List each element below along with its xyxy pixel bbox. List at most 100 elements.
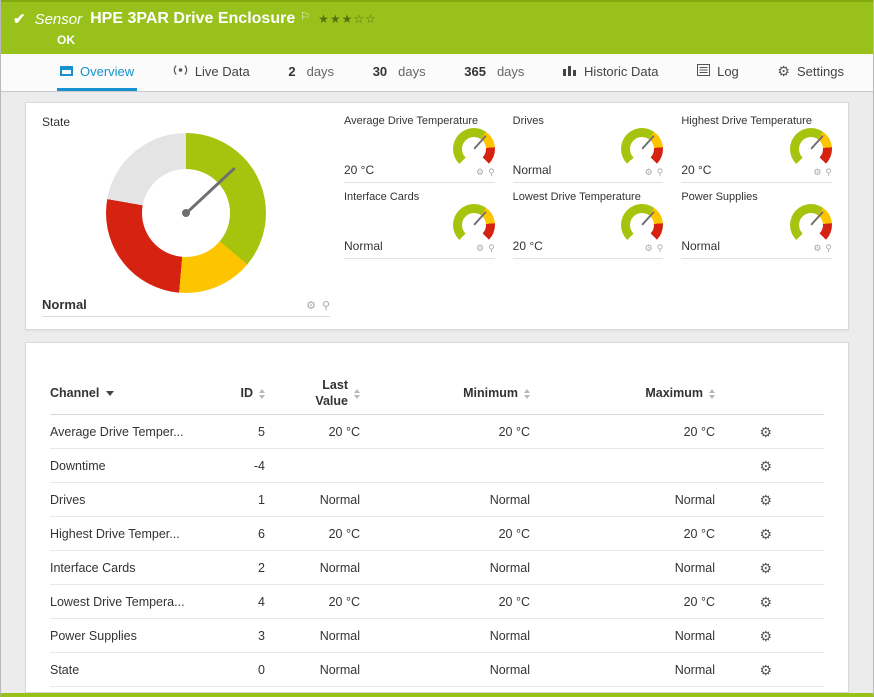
- column-header-minimum[interactable]: Minimum: [360, 386, 530, 402]
- channel-minimum: Normal: [360, 629, 530, 643]
- mini-gauge[interactable]: [453, 204, 495, 246]
- settings-gear-icon: ⚙: [777, 64, 790, 78]
- column-header-last-value[interactable]: Last Value: [265, 378, 360, 409]
- mini-gauge-value: Normal: [681, 239, 720, 256]
- mini-gauge-grid: Average Drive Temperature 20 °C ⚙⚲ Drive…: [344, 115, 832, 317]
- mini-gauge-value: Normal: [513, 163, 552, 180]
- mini-gauge-value: Normal: [344, 239, 383, 256]
- channel-name: Lowest Drive Tempera...: [50, 595, 215, 609]
- channel-minimum: Normal: [360, 663, 530, 677]
- channel-settings-icon[interactable]: ⚙: [759, 425, 772, 439]
- gauge-needle: [642, 135, 656, 150]
- table-row: State 0 Normal Normal Normal ⚙: [50, 653, 824, 687]
- state-gauge[interactable]: [106, 133, 266, 293]
- tab-overview[interactable]: Overview: [57, 54, 137, 91]
- gauge-needle: [185, 167, 235, 214]
- tab-log-label: Log: [717, 64, 739, 79]
- mini-gauge-label: Drives: [513, 115, 664, 127]
- channel-settings-icon[interactable]: ⚙: [759, 663, 772, 677]
- tab-30-days[interactable]: 30days: [370, 54, 429, 91]
- state-gauge-label: State: [42, 115, 330, 129]
- tab-live-data[interactable]: Live Data: [170, 54, 253, 91]
- tab-2-days-unit: days: [307, 64, 334, 79]
- pin-icon[interactable]: ⚲: [488, 168, 495, 177]
- channel-name: Interface Cards: [50, 561, 215, 575]
- channel-settings-icon[interactable]: ⚙: [759, 527, 772, 541]
- page-title: HPE 3PAR Drive Enclosure: [90, 10, 295, 28]
- channel-name: Highest Drive Temper...: [50, 527, 215, 541]
- channel-last-value: 20 °C: [265, 595, 360, 609]
- tab-historic-data-label: Historic Data: [584, 64, 658, 79]
- channel-settings-icon[interactable]: ⚙: [759, 459, 772, 473]
- live-data-icon: [173, 64, 188, 79]
- mini-gauge[interactable]: [790, 204, 832, 246]
- status-badge: OK: [57, 33, 861, 47]
- mini-gauge-block: Highest Drive Temperature 20 °C ⚙⚲: [681, 115, 832, 183]
- priority-stars[interactable]: ★★★☆☆: [318, 12, 377, 26]
- channel-maximum: Normal: [530, 629, 715, 643]
- channel-id: 0: [215, 663, 265, 677]
- pin-icon[interactable]: ⚲: [657, 168, 664, 177]
- channel-last-value: Normal: [265, 561, 360, 575]
- main-content: State Normal ⚙ ⚲ Average: [1, 92, 873, 693]
- channel-settings-icon[interactable]: ⚙: [759, 493, 772, 507]
- channel-last-value: Normal: [265, 663, 360, 677]
- channel-minimum: 20 °C: [360, 425, 530, 439]
- gear-icon[interactable]: ⚙: [306, 301, 316, 312]
- pin-icon[interactable]: ⚲: [657, 244, 664, 253]
- mini-gauge-label: Highest Drive Temperature: [681, 115, 832, 127]
- channel-maximum: 20 °C: [530, 595, 715, 609]
- channel-id: -4: [215, 459, 265, 473]
- table-row: Downtime -4 ⚙: [50, 449, 824, 483]
- mini-gauge-block: Interface Cards Normal ⚙⚲: [344, 191, 495, 259]
- tab-overview-label: Overview: [80, 64, 134, 79]
- pin-icon[interactable]: ⚲: [825, 244, 832, 253]
- mini-gauge[interactable]: [790, 128, 832, 170]
- pin-icon[interactable]: ⚲: [488, 244, 495, 253]
- tab-365-days[interactable]: 365days: [461, 54, 527, 91]
- tab-log[interactable]: Log: [694, 54, 742, 91]
- mini-gauge[interactable]: [621, 204, 663, 246]
- sensor-page: ✔ Sensor HPE 3PAR Drive Enclosure ⚐ ★★★☆…: [0, 0, 874, 697]
- mini-gauge-value: 20 °C: [681, 163, 711, 180]
- tab-2-days[interactable]: 2days: [285, 54, 337, 91]
- table-row: Average Drive Temper... 5 20 °C 20 °C 20…: [50, 415, 824, 449]
- object-kind-label: Sensor: [35, 11, 83, 28]
- mini-gauge-block: Drives Normal ⚙⚲: [513, 115, 664, 183]
- channel-maximum: Normal: [530, 561, 715, 575]
- table-row: Power Supplies 3 Normal Normal Normal ⚙: [50, 619, 824, 653]
- mini-gauge-value: 20 °C: [513, 239, 543, 256]
- channel-minimum: 20 °C: [360, 595, 530, 609]
- table-row: Interface Cards 2 Normal Normal Normal ⚙: [50, 551, 824, 585]
- mini-gauge-label: Average Drive Temperature: [344, 115, 495, 127]
- channel-last-value: 20 °C: [265, 527, 360, 541]
- pin-icon[interactable]: ⚲: [322, 301, 330, 312]
- column-header-channel[interactable]: Channel: [50, 386, 215, 402]
- tab-30-days-number: 30: [373, 64, 387, 79]
- mini-gauge-label: Lowest Drive Temperature: [513, 191, 664, 203]
- channel-id: 5: [215, 425, 265, 439]
- flag-icon[interactable]: ⚐: [300, 10, 310, 23]
- channel-settings-icon[interactable]: ⚙: [759, 629, 772, 643]
- column-header-maximum[interactable]: Maximum: [530, 386, 715, 402]
- mini-gauge-block: Power Supplies Normal ⚙⚲: [681, 191, 832, 259]
- channel-name: Downtime: [50, 459, 215, 473]
- table-row: Drives 1 Normal Normal Normal ⚙: [50, 483, 824, 517]
- channel-maximum: Normal: [530, 493, 715, 507]
- mini-gauge[interactable]: [453, 128, 495, 170]
- pin-icon[interactable]: ⚲: [825, 168, 832, 177]
- tab-settings[interactable]: ⚙ Settings: [774, 54, 847, 91]
- channel-settings-icon[interactable]: ⚙: [759, 595, 772, 609]
- channel-settings-icon[interactable]: ⚙: [759, 561, 772, 575]
- channels-table-card: Channel ID Last Value Minimum Maximum Av…: [25, 342, 849, 693]
- gauge-needle: [473, 211, 487, 226]
- tab-historic-data[interactable]: Historic Data: [560, 54, 661, 91]
- state-gauge-block: State Normal ⚙ ⚲: [42, 115, 330, 317]
- column-header-id[interactable]: ID: [215, 386, 265, 402]
- mini-gauge-block: Average Drive Temperature 20 °C ⚙⚲: [344, 115, 495, 183]
- log-icon: [697, 64, 710, 79]
- table-header-row: Channel ID Last Value Minimum Maximum: [50, 373, 824, 415]
- mini-gauge[interactable]: [621, 128, 663, 170]
- channel-last-value: Normal: [265, 629, 360, 643]
- gauges-card: State Normal ⚙ ⚲ Average: [25, 102, 849, 330]
